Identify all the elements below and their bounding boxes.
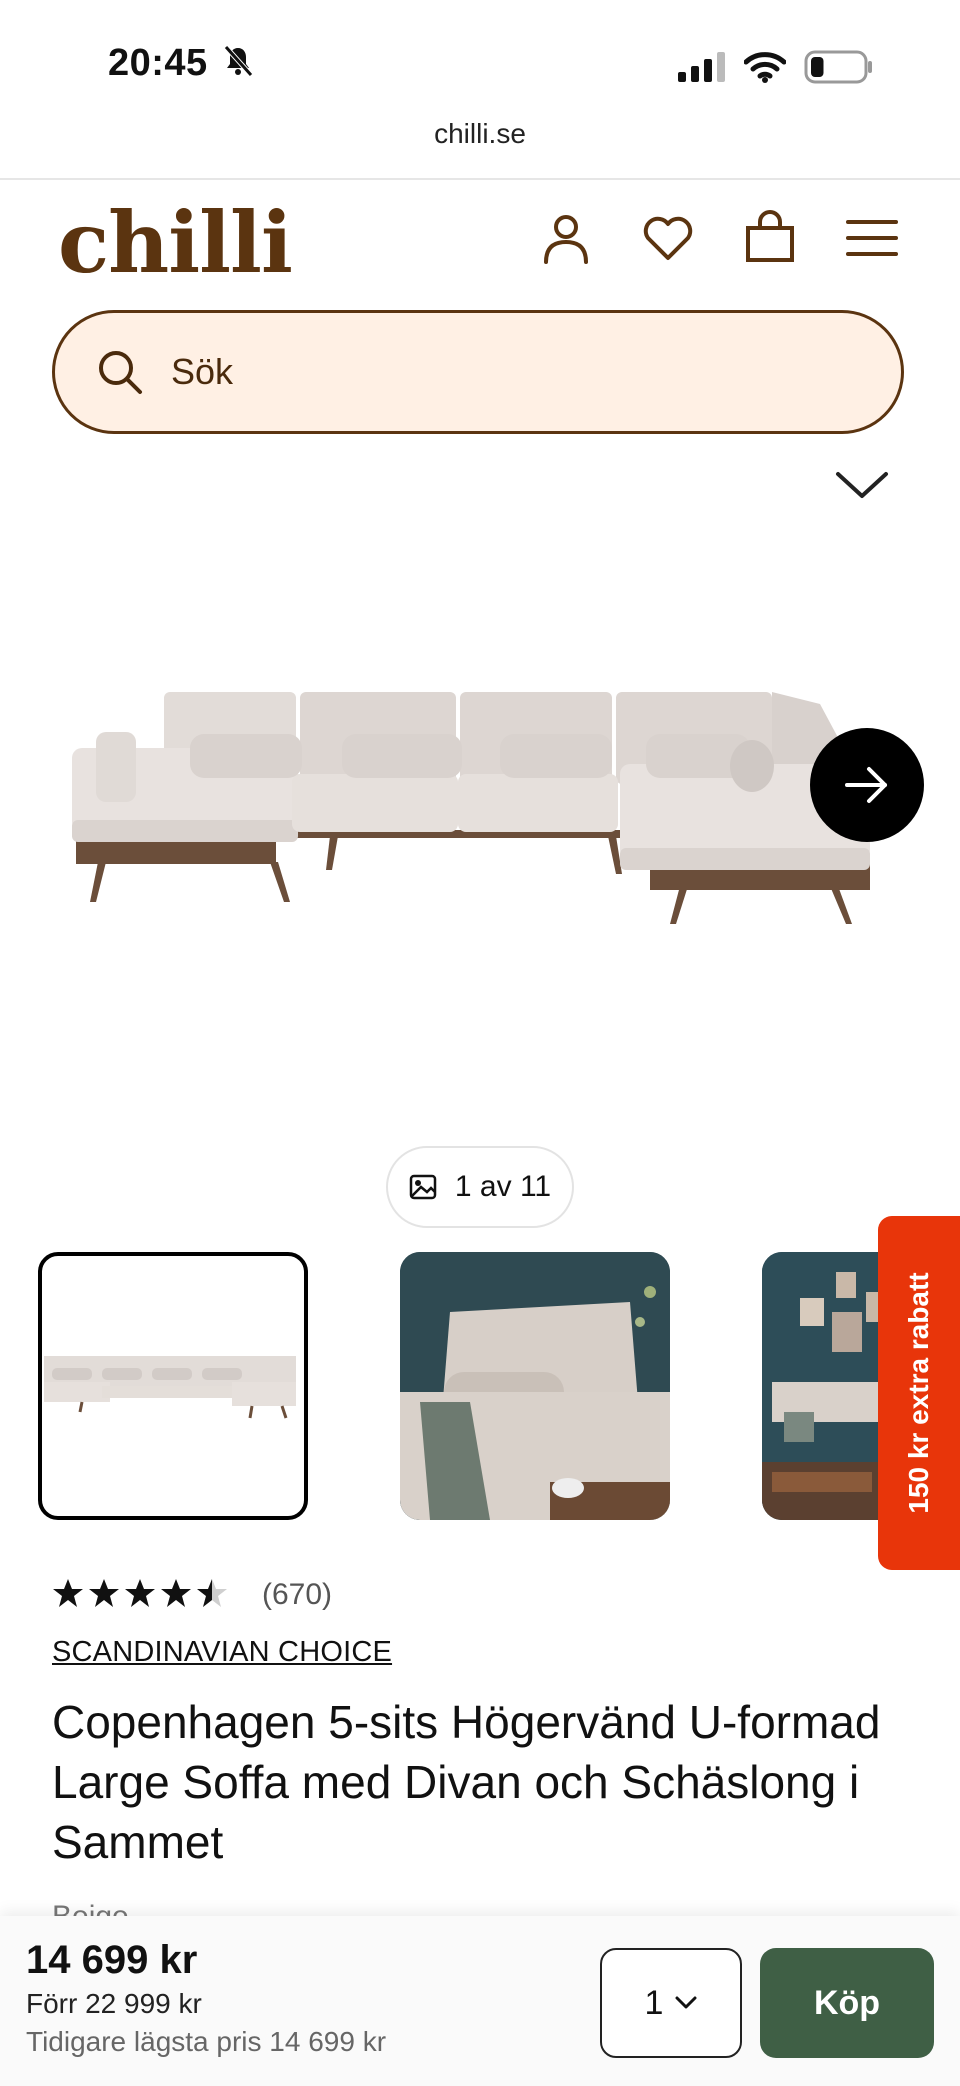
battery-icon bbox=[804, 50, 872, 84]
divider bbox=[0, 178, 960, 180]
menu-icon[interactable] bbox=[844, 210, 900, 266]
star-icon bbox=[89, 1579, 119, 1607]
star-icon bbox=[125, 1579, 155, 1607]
product-title: Copenhagen 5-sits Högervänd U-formad Lar… bbox=[52, 1696, 881, 1868]
bell-slash-icon bbox=[223, 45, 253, 77]
thumbnail-3-image bbox=[762, 1252, 882, 1520]
image-icon bbox=[409, 1174, 437, 1200]
price: 14 699 kr bbox=[26, 1938, 198, 1982]
heart-icon[interactable] bbox=[640, 210, 696, 266]
url-bar[interactable]: chilli.se bbox=[0, 118, 960, 150]
promo-tab[interactable]: 150 kr extra rabatt bbox=[878, 1216, 960, 1570]
chevron-down-icon bbox=[675, 1996, 697, 2009]
product-image[interactable] bbox=[60, 640, 900, 940]
header-icons bbox=[538, 210, 900, 266]
cellular-signal-icon bbox=[678, 52, 725, 82]
image-counter: 1 av 11 bbox=[386, 1146, 574, 1228]
thumbnail-2-image bbox=[400, 1252, 670, 1520]
chevron-down-icon[interactable] bbox=[834, 468, 890, 502]
site-logo[interactable]: chilli bbox=[58, 198, 293, 288]
star-icon bbox=[161, 1579, 191, 1607]
buy-button[interactable]: Köp bbox=[760, 1948, 934, 2058]
thumbnail-3[interactable] bbox=[762, 1252, 882, 1520]
user-icon[interactable] bbox=[538, 210, 594, 266]
rating-stars[interactable] bbox=[52, 1578, 228, 1608]
review-count[interactable]: (670) bbox=[262, 1578, 332, 1612]
thumbnail-1[interactable] bbox=[38, 1252, 308, 1520]
star-icon bbox=[53, 1579, 83, 1607]
url-text: chilli.se bbox=[434, 118, 526, 149]
image-counter-text: 1 av 11 bbox=[454, 1170, 552, 1203]
search-bar[interactable]: Sök bbox=[52, 310, 904, 434]
star-half-icon bbox=[197, 1579, 227, 1607]
search-icon bbox=[99, 351, 142, 394]
buy-button-label: Köp bbox=[813, 1983, 881, 2022]
brand-link[interactable]: SCANDINAVIAN CHOICE bbox=[52, 1636, 392, 1669]
previous-price: Förr 22 999 kr bbox=[26, 1988, 202, 2019]
thumbnail-2[interactable] bbox=[400, 1252, 670, 1520]
wifi-icon bbox=[744, 52, 786, 83]
search-input[interactable]: Sök bbox=[171, 351, 233, 393]
quantity-select[interactable]: 1 bbox=[600, 1948, 742, 2058]
status-time: 20:45 bbox=[108, 42, 253, 85]
arrow-right-icon bbox=[845, 767, 887, 803]
quantity-value: 1 bbox=[644, 1983, 664, 2022]
thumbnail-1-image bbox=[44, 1356, 296, 1419]
promo-tab-label: 150 kr extra rabatt bbox=[903, 1272, 934, 1514]
next-image-button[interactable] bbox=[810, 728, 924, 842]
status-icons bbox=[678, 50, 874, 84]
lowest-price-note: Tidigare lägsta pris 14 699 kr bbox=[26, 2026, 387, 2057]
shopping-bag-icon[interactable] bbox=[742, 210, 798, 266]
